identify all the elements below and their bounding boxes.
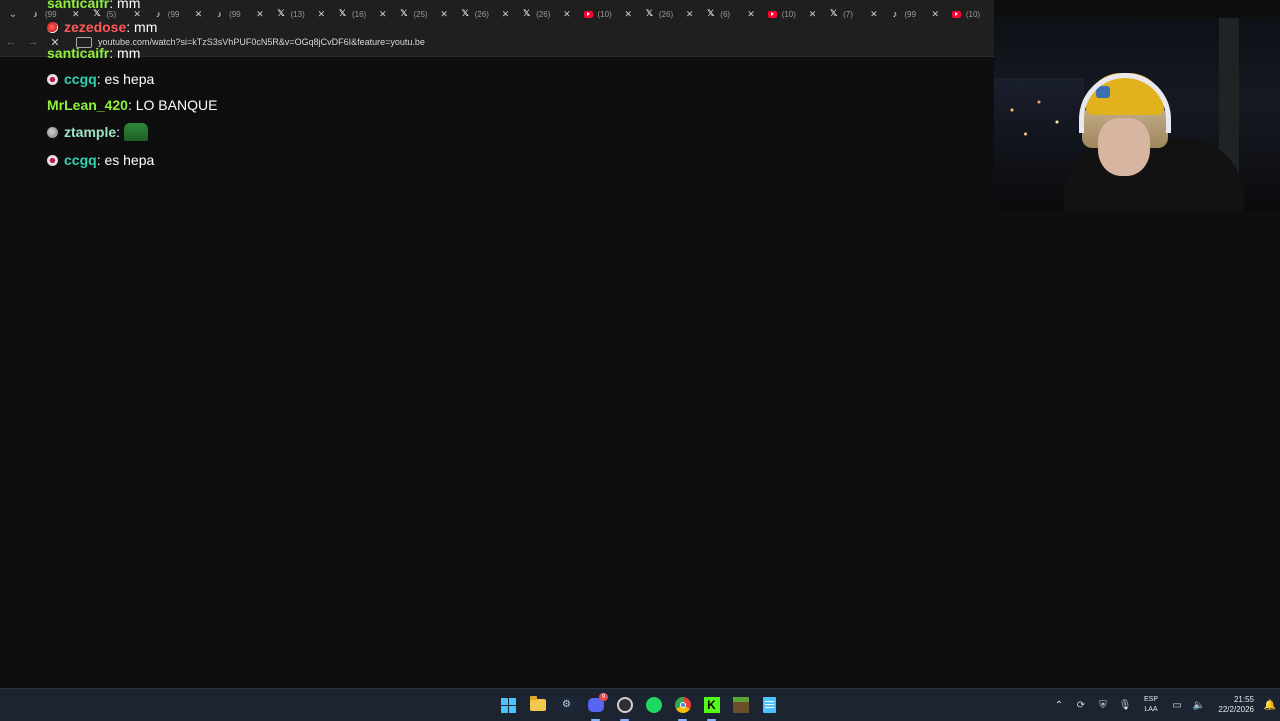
stream-chat-overlay: santicaifr: mm zezedose: mm santicaifr: mm… bbox=[0, 0, 500, 200]
sync-icon[interactable]: ⟳ bbox=[1070, 689, 1092, 721]
browser-tab[interactable]: (10) ✕ bbox=[763, 0, 824, 28]
lang-line-2: LAA bbox=[1144, 706, 1158, 713]
chat-username[interactable]: santicaifr bbox=[47, 0, 109, 11]
clock-time: 21:55 bbox=[1233, 695, 1254, 704]
x-icon: 𝕏 bbox=[707, 8, 715, 19]
youtube-icon bbox=[767, 10, 777, 18]
tab-close-icon[interactable]: ✕ bbox=[563, 9, 571, 20]
chat-emote-icon bbox=[124, 123, 149, 141]
discord-notification-badge: 9 bbox=[599, 692, 608, 701]
webcam-feed bbox=[994, 18, 1280, 210]
chrome-icon[interactable] bbox=[671, 694, 694, 721]
chat-message-text: : LO BANQUE bbox=[127, 97, 218, 113]
microphone-icon[interactable]: 🎙 bbox=[1114, 689, 1136, 721]
steam-icon[interactable]: ⚙ bbox=[555, 694, 578, 717]
kick-icon[interactable]: K bbox=[700, 694, 723, 721]
streamer-body bbox=[1064, 138, 1244, 210]
notepad-icon[interactable] bbox=[758, 694, 781, 717]
youtube-icon bbox=[583, 10, 593, 18]
browser-tab[interactable]: 𝕏 (26) ✕ bbox=[517, 0, 578, 28]
clock-date: 22/2/2026 bbox=[1218, 705, 1254, 714]
chat-username[interactable]: MrLean_420 bbox=[47, 97, 128, 113]
chat-badge-icon bbox=[47, 126, 58, 138]
chat-badge-icon bbox=[47, 21, 58, 33]
windows-taskbar: ⚙ 9 K ⌃ ⟳ ⛨ 🎙 ESP LAA ▭ 🔈 21:55 22/2/202… bbox=[0, 688, 1280, 721]
browser-tab-label: (7) bbox=[843, 9, 853, 19]
notifications-bell-icon[interactable]: 🔔 bbox=[1260, 700, 1280, 711]
browser-tab[interactable]: (10) ✕ bbox=[579, 0, 640, 28]
x-icon: 𝕏 bbox=[645, 8, 654, 19]
browser-tab[interactable]: 𝕏 (6) ✕ bbox=[701, 0, 762, 28]
chat-message: ccgq: es hepa bbox=[47, 69, 154, 89]
chat-message-text: : es hepa bbox=[96, 152, 155, 168]
chat-badge-icon bbox=[47, 73, 58, 85]
white-headphones bbox=[1079, 73, 1171, 133]
tab-close-icon[interactable]: ✕ bbox=[686, 9, 694, 20]
tab-close-icon[interactable]: ✕ bbox=[625, 9, 633, 20]
browser-tab-label: (6) bbox=[720, 9, 731, 19]
obs-icon[interactable] bbox=[613, 694, 636, 721]
tiktok-icon: ♪ bbox=[892, 8, 898, 19]
browser-tab-label: (26) bbox=[536, 9, 551, 19]
chat-message: santicaifr: mm bbox=[47, 43, 140, 63]
chat-message: MrLean_420: LO BANQUE bbox=[47, 95, 217, 115]
chat-message-text: : mm bbox=[126, 19, 158, 35]
lang-line-1: ESP bbox=[1143, 696, 1158, 703]
city-lights-background bbox=[994, 78, 1084, 158]
x-icon: 𝕏 bbox=[829, 8, 838, 19]
windows-start-icon[interactable] bbox=[497, 694, 520, 717]
chat-message: ztample: bbox=[47, 122, 149, 142]
chat-message-text: : mm bbox=[109, 0, 141, 11]
browser-tab-label: (10) bbox=[597, 9, 612, 19]
chat-badge-icon bbox=[47, 154, 58, 166]
tab-close-icon[interactable]: ✕ bbox=[870, 9, 878, 20]
chat-username[interactable]: ccgq bbox=[64, 71, 97, 87]
chat-message: zezedose: mm bbox=[47, 17, 157, 37]
minecraft-icon[interactable] bbox=[729, 694, 752, 717]
chat-username[interactable]: santicaifr bbox=[47, 45, 109, 61]
browser-tab-label: (10) bbox=[965, 9, 981, 19]
chat-message: ccgq: es hepa bbox=[47, 150, 154, 170]
browser-tab[interactable]: 𝕏 (7) ✕ bbox=[824, 0, 885, 28]
chat-username[interactable]: ztample bbox=[64, 124, 116, 140]
browser-tab-label: (26) bbox=[658, 9, 674, 19]
file-explorer-icon[interactable] bbox=[526, 694, 549, 717]
show-hidden-icons-chevron-up-icon[interactable]: ⌃ bbox=[1048, 689, 1070, 721]
chat-message-text: : mm bbox=[109, 45, 141, 61]
system-tray: ⌃ ⟳ ⛨ 🎙 ESP LAA ▭ 🔈 21:55 22/2/2026 🔔 bbox=[1048, 689, 1280, 721]
tab-close-icon[interactable]: ✕ bbox=[502, 9, 510, 20]
windows-security-icon[interactable]: ⛨ bbox=[1092, 689, 1114, 721]
youtube-icon bbox=[951, 10, 961, 18]
discord-icon[interactable]: 9 bbox=[584, 692, 608, 721]
browser-tab-label: (10) bbox=[781, 9, 796, 19]
browser-tab[interactable]: ♪ (99 ✕ bbox=[885, 0, 946, 28]
network-icon[interactable]: ▭ bbox=[1166, 689, 1188, 721]
input-language-indicator[interactable]: ESP LAA bbox=[1136, 695, 1166, 715]
tab-close-icon[interactable]: ✕ bbox=[747, 9, 755, 20]
x-icon: 𝕏 bbox=[522, 8, 531, 19]
clock[interactable]: 21:55 22/2/2026 bbox=[1210, 695, 1254, 715]
chat-username[interactable]: ccgq bbox=[64, 152, 97, 168]
browser-tab-label: (99 bbox=[904, 9, 917, 19]
taskbar-apps: ⚙ 9 K bbox=[497, 689, 781, 721]
spotify-icon[interactable] bbox=[642, 694, 665, 717]
chat-message-text: : bbox=[116, 124, 121, 140]
tab-close-icon[interactable]: ✕ bbox=[809, 9, 817, 20]
chat-username[interactable]: zezedose bbox=[64, 19, 126, 35]
browser-tab[interactable]: 𝕏 (26) ✕ bbox=[640, 0, 701, 28]
chat-message: santicaifr: mm bbox=[47, 0, 140, 13]
chat-message-text: : es hepa bbox=[96, 71, 155, 87]
tab-close-icon[interactable]: ✕ bbox=[931, 9, 939, 20]
browser-tab[interactable]: (10)✕ bbox=[947, 0, 994, 28]
volume-icon[interactable]: 🔈 bbox=[1188, 689, 1210, 721]
